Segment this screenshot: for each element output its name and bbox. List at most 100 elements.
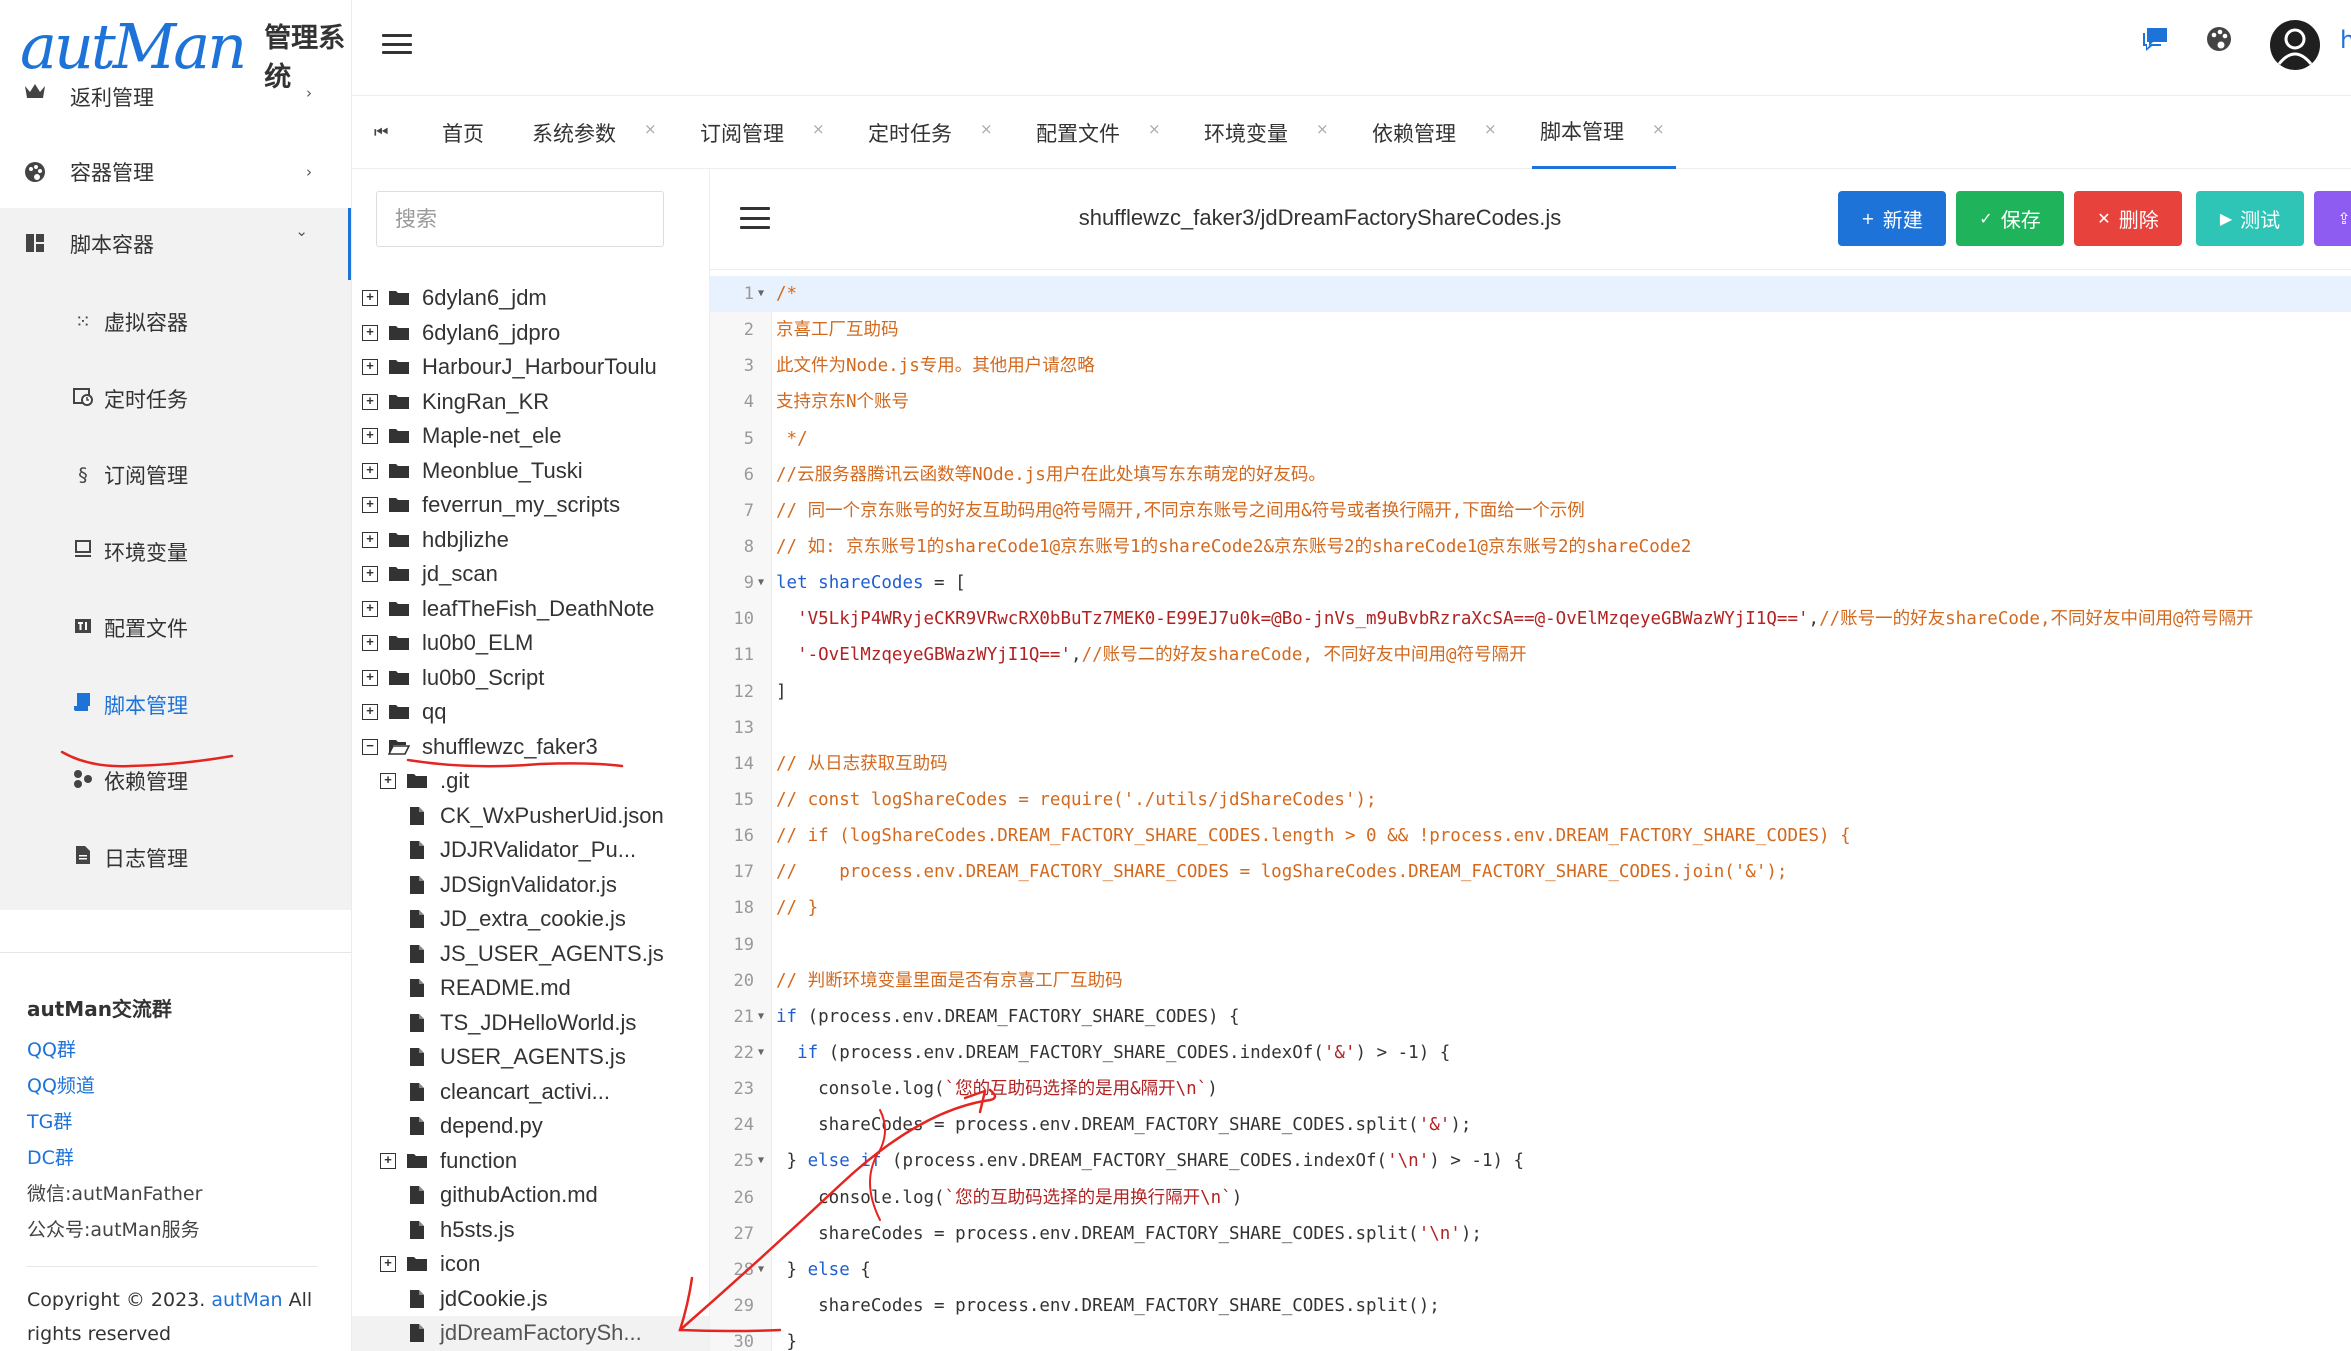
- tab-scripts[interactable]: 脚本管理 ×: [1532, 96, 1676, 169]
- tree-folder[interactable]: + feverrun_my_scripts: [352, 488, 709, 523]
- tree-folder[interactable]: +6dylan6_jdm: [352, 281, 709, 316]
- expand-toggle-icon[interactable]: +: [380, 1152, 396, 1169]
- tree-folder[interactable]: + function: [352, 1144, 709, 1179]
- sidebar-item-env[interactable]: 环境变量: [0, 514, 351, 591]
- code-line[interactable]: 23 console.log(`您的互助码选择的是用&隔开\n`): [710, 1071, 2351, 1107]
- code-line[interactable]: 24 shareCodes = process.env.DREAM_FACTOR…: [710, 1107, 2351, 1143]
- dc-group-link[interactable]: DC群: [27, 1140, 351, 1176]
- collapse-toggle-icon[interactable]: −: [362, 738, 378, 755]
- tree-folder[interactable]: + leafTheFish_DeathNote: [352, 592, 709, 627]
- logo[interactable]: autMan 管理系统: [20, 12, 351, 94]
- code-line[interactable]: 5 */: [710, 421, 2351, 457]
- expand-toggle-icon[interactable]: +: [362, 428, 378, 444]
- fold-arrow-icon[interactable]: ▼: [758, 999, 764, 1035]
- tree-folder[interactable]: + .git: [352, 764, 709, 799]
- expand-toggle-icon[interactable]: +: [362, 600, 378, 617]
- expand-toggle-icon[interactable]: +: [362, 359, 378, 375]
- sidebar-item-subscriptions[interactable]: § 订阅管理: [0, 437, 351, 514]
- sidebar-item-rebate[interactable]: 返利管理 ›: [0, 80, 351, 136]
- user-name[interactable]: h: [2340, 26, 2351, 54]
- tab-system-params[interactable]: 系统参数 ×: [532, 96, 657, 169]
- code-line[interactable]: 8 // 如: 京东账号1的shareCode1@京东账号1的shareCode2…: [710, 529, 2351, 565]
- tree-file[interactable]: JDJRValidator_Pu...: [352, 833, 709, 868]
- code-line[interactable]: 20 // 判断环境变量里面是否有京喜工厂互助码: [710, 963, 2351, 999]
- close-icon[interactable]: ×: [980, 120, 993, 138]
- tree-file[interactable]: JDSignValidator.js: [352, 868, 709, 903]
- tree-file[interactable]: JD_extra_cookie.js: [352, 902, 709, 937]
- code-line[interactable]: 10 'V5LkjP4WRyjeCKR9VRwcRX0bBuTz7MEK0-E9…: [710, 601, 2351, 637]
- qq-group-link[interactable]: QQ群: [27, 1032, 351, 1068]
- sidebar-item-virtual-container[interactable]: ⁙ 虚拟容器: [0, 284, 351, 361]
- code-line[interactable]: 4 支持京东N个账号: [710, 384, 2351, 420]
- tree-folder[interactable]: + Maple-net_ele: [352, 419, 709, 454]
- new-button[interactable]: + 新建: [1838, 191, 1946, 246]
- expand-toggle-icon[interactable]: +: [362, 531, 378, 548]
- tree-file[interactable]: jdDreamFactorySh...: [352, 1316, 709, 1351]
- tree-file[interactable]: h5sts.js: [352, 1213, 709, 1248]
- save-button[interactable]: ✓ 保存: [1956, 191, 2064, 246]
- close-icon[interactable]: ×: [812, 120, 825, 138]
- tree-file[interactable]: jdCookie.js: [352, 1282, 709, 1317]
- code-line[interactable]: 21 ▼ if (process.env.DREAM_FACTORY_SHARE_C…: [710, 999, 2351, 1035]
- fold-arrow-icon[interactable]: ▼: [758, 1143, 764, 1179]
- expand-toggle-icon[interactable]: +: [362, 324, 378, 341]
- tree-folder[interactable]: + lu0b0_ELM: [352, 626, 709, 661]
- upload-button[interactable]: ⇪: [2314, 191, 2351, 246]
- code-line[interactable]: 15 // const logShareCodes = require('./ut…: [710, 782, 2351, 818]
- tree-file[interactable]: cleancart_activi...: [352, 1075, 709, 1110]
- sidebar-item-cron[interactable]: 定时任务: [0, 361, 351, 438]
- code-line[interactable]: 26 console.log(`您的互助码选择的是用换行隔开\n`): [710, 1180, 2351, 1216]
- tree-folder[interactable]: + KingRan_KR: [352, 385, 709, 420]
- tab-config[interactable]: 配置文件 ×: [1036, 96, 1161, 169]
- tab-cron[interactable]: 定时任务 ×: [868, 96, 993, 169]
- close-icon[interactable]: ×: [1484, 120, 1497, 138]
- code-line[interactable]: 17 // process.env.DREAM_FACTORY_SHARE_COD…: [710, 854, 2351, 890]
- test-button[interactable]: ▶ 测试: [2196, 191, 2304, 246]
- close-icon[interactable]: ×: [1148, 120, 1161, 138]
- fold-arrow-icon[interactable]: ▼: [758, 276, 764, 312]
- sidebar-toggle-icon[interactable]: [382, 34, 412, 54]
- sidebar-item-script-container[interactable]: 脚本容器 ⌄: [0, 208, 351, 280]
- close-icon[interactable]: ×: [1316, 120, 1329, 138]
- expand-toggle-icon[interactable]: +: [380, 1256, 396, 1272]
- scroll-left-icon[interactable]: ⏮: [374, 122, 388, 142]
- code-line[interactable]: 16 // if (logShareCodes.DREAM_FACTORY_SHA…: [710, 818, 2351, 854]
- expand-toggle-icon[interactable]: +: [380, 773, 396, 789]
- chat-icon[interactable]: [2140, 24, 2174, 58]
- expand-toggle-icon[interactable]: +: [362, 462, 378, 479]
- qq-channel-link[interactable]: QQ频道: [27, 1068, 351, 1104]
- fold-arrow-icon[interactable]: ▼: [758, 1035, 764, 1071]
- sidebar-item-scripts[interactable]: 脚本管理: [0, 667, 351, 744]
- expand-toggle-icon[interactable]: +: [362, 704, 378, 720]
- tree-folder[interactable]: + icon: [352, 1247, 709, 1282]
- expand-toggle-icon[interactable]: +: [362, 566, 378, 582]
- close-icon[interactable]: ×: [644, 120, 657, 138]
- code-line[interactable]: 11 '-OvElMzqeyeGBWazWYjI1Q==',//账号二的好友sh…: [710, 637, 2351, 673]
- tree-folder[interactable]: +6dylan6_jdpro: [352, 316, 709, 351]
- code-line[interactable]: 30 }: [710, 1324, 2351, 1351]
- delete-button[interactable]: ✕ 删除: [2074, 191, 2182, 246]
- tree-folder[interactable]: + qq: [352, 695, 709, 730]
- fold-arrow-icon[interactable]: ▼: [758, 565, 764, 601]
- search-input[interactable]: [376, 191, 664, 247]
- code-line[interactable]: 3 此文件为Node.js专用。其他用户请忽略: [710, 348, 2351, 384]
- expand-toggle-icon[interactable]: +: [362, 635, 378, 651]
- code-line[interactable]: 12]: [710, 674, 2351, 710]
- tab-env[interactable]: 环境变量 ×: [1204, 96, 1329, 169]
- code-line[interactable]: 25 ▼ } else if (process.env.DREAM_FACTORY…: [710, 1143, 2351, 1179]
- code-line[interactable]: 7 // 同一个京东账号的好友互助码用@符号隔开,不同京东账号之间用&符号或者换行…: [710, 493, 2351, 529]
- expand-toggle-icon[interactable]: +: [362, 393, 378, 410]
- palette-icon[interactable]: [2204, 24, 2238, 58]
- close-icon[interactable]: ×: [1652, 120, 1665, 138]
- tree-folder[interactable]: − shufflewzc_faker3: [352, 730, 709, 765]
- code-line[interactable]: 27 shareCodes = process.env.DREAM_FACTOR…: [710, 1216, 2351, 1252]
- tree-folder[interactable]: + HarbourJ_HarbourToulu: [352, 350, 709, 385]
- tab-home[interactable]: 首页: [442, 96, 484, 169]
- tree-file[interactable]: JS_USER_AGENTS.js: [352, 937, 709, 972]
- sidebar-item-containers[interactable]: 容器管理 ›: [0, 136, 351, 208]
- tree-file[interactable]: TS_JDHelloWorld.js: [352, 1006, 709, 1041]
- code-line[interactable]: 29 shareCodes = process.env.DREAM_FACTOR…: [710, 1288, 2351, 1324]
- code-line[interactable]: 13: [710, 710, 2351, 746]
- code-line[interactable]: 18 // }: [710, 890, 2351, 926]
- code-line[interactable]: 22 ▼ if (process.env.DREAM_FACTORY_SHARE_…: [710, 1035, 2351, 1071]
